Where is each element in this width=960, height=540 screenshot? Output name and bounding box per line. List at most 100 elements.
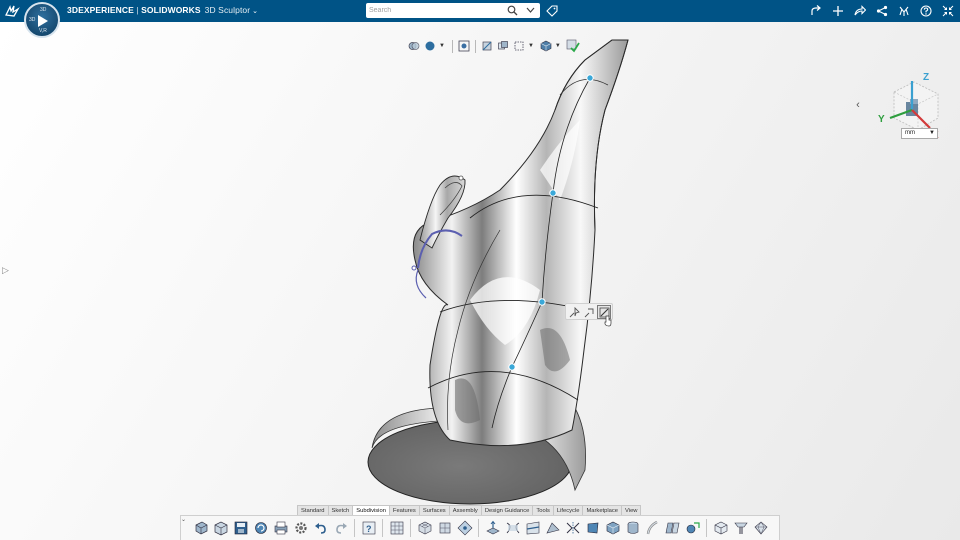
tab-lifecycle[interactable]: Lifecycle — [552, 505, 584, 515]
primitive-plane-icon[interactable] — [435, 519, 454, 538]
symmetry-icon[interactable] — [563, 519, 582, 538]
body-surface — [412, 39, 629, 447]
move-point-icon[interactable] — [567, 305, 581, 319]
tab-tools[interactable]: Tools — [532, 505, 554, 515]
mesh-convert-icon[interactable] — [683, 519, 702, 538]
compass-bottom-label: V,R — [39, 28, 47, 34]
diamond-shape-icon[interactable] — [751, 519, 770, 538]
toolbar-divider — [478, 519, 479, 537]
crease-icon[interactable] — [543, 519, 562, 538]
print-icon[interactable] — [271, 519, 290, 538]
control-point[interactable] — [549, 189, 557, 197]
tab-subdivision[interactable]: Subdivision — [352, 505, 390, 515]
add-icon[interactable] — [830, 3, 846, 19]
redo-icon[interactable] — [331, 519, 350, 538]
scale-point-icon[interactable] — [582, 305, 596, 319]
control-point[interactable] — [508, 363, 516, 371]
display-style-icon[interactable] — [423, 39, 437, 53]
toolbar-divider — [706, 519, 707, 537]
control-point[interactable] — [538, 298, 546, 306]
insert-edge-icon[interactable] — [523, 519, 542, 538]
tab-view[interactable]: View — [621, 505, 642, 515]
cylinder-icon[interactable] — [623, 519, 642, 538]
undo-icon[interactable] — [311, 519, 330, 538]
fill-hole-icon[interactable] — [583, 519, 602, 538]
axis-z-label: Z — [923, 72, 929, 83]
axis-y-label: Y — [878, 114, 885, 125]
search-input[interactable] — [369, 4, 499, 17]
community-icon[interactable] — [896, 3, 912, 19]
tab-standard[interactable]: Standard — [297, 505, 329, 515]
role-label: 3D Sculptor — [204, 5, 251, 15]
3ds-logo-icon — [5, 5, 20, 17]
chevron-down-icon[interactable]: ⌄ — [181, 516, 186, 523]
tab-marketplace[interactable]: Marketplace — [582, 505, 623, 515]
weld-icon[interactable] — [603, 519, 622, 538]
box-view-icon[interactable] — [711, 519, 730, 538]
primitive-box-icon[interactable] — [415, 519, 434, 538]
chevron-down-icon[interactable]: ▼ — [439, 43, 445, 49]
chevron-left-icon[interactable]: ‹ — [849, 96, 867, 114]
tab-design-guidance[interactable]: Design Guidance — [480, 505, 534, 515]
slice-icon[interactable] — [663, 519, 682, 538]
heads-up-view-toolbar: ▼ ▼ ▼ — [407, 38, 580, 54]
confirm-check-icon[interactable] — [566, 39, 580, 53]
tab-features[interactable]: Features — [388, 505, 420, 515]
app-title[interactable]: 3DEXPERIENCE | SOLIDWORKS 3D Sculptor ⌄ — [67, 5, 258, 15]
view-orientation-icon[interactable] — [512, 39, 526, 53]
transform-icon[interactable] — [455, 519, 474, 538]
help-icon[interactable]: ? — [359, 519, 378, 538]
table-shape-icon[interactable] — [731, 519, 750, 538]
tag-icon[interactable] — [546, 5, 558, 17]
tab-sketch[interactable]: Sketch — [327, 505, 354, 515]
chevron-down-icon[interactable]: ▼ — [555, 43, 561, 49]
forward-icon[interactable] — [852, 3, 868, 19]
compass-widget[interactable]: 3D 3D V,R — [24, 2, 60, 38]
search-box[interactable] — [366, 3, 540, 18]
sculpted-model[interactable] — [0, 22, 960, 540]
bridge-icon[interactable] — [503, 519, 522, 538]
tab-assembly[interactable]: Assembly — [448, 505, 482, 515]
extrude-face-icon[interactable] — [483, 519, 502, 538]
units-value: mm — [905, 130, 915, 136]
search-icon[interactable] — [507, 5, 518, 16]
options-gear-icon[interactable] — [291, 519, 310, 538]
tab-surfaces[interactable]: Surfaces — [418, 505, 450, 515]
share-arrow-icon[interactable] — [808, 3, 824, 19]
expand-panel-icon[interactable]: ▷ — [2, 265, 9, 276]
toolbar-divider — [410, 519, 411, 537]
rebuild-icon[interactable] — [251, 519, 270, 538]
top-right-toolbar — [808, 3, 956, 19]
toolbar-divider — [382, 519, 383, 537]
3d-viewport[interactable]: ▼ ▼ ▼ ‹ Z Y mm ▼ ▷ — [0, 22, 960, 540]
zoom-to-fit-icon[interactable] — [457, 39, 471, 53]
toolbar-divider — [451, 39, 453, 53]
help-icon[interactable] — [918, 3, 934, 19]
play-icon[interactable] — [38, 15, 48, 27]
collapse-icon[interactable] — [940, 3, 956, 19]
search-dropdown-icon[interactable] — [526, 7, 535, 14]
subdivision-grid-icon[interactable] — [387, 519, 406, 538]
chevron-down-icon[interactable]: ▼ — [929, 129, 935, 138]
open-icon[interactable] — [211, 519, 230, 538]
top-bar: 3DEXPERIENCE | SOLIDWORKS 3D Sculptor ⌄ — [0, 0, 960, 22]
control-point-small[interactable] — [458, 175, 464, 181]
share-network-icon[interactable] — [874, 3, 890, 19]
product-label: SOLIDWORKS — [141, 5, 201, 15]
section-view-icon[interactable] — [480, 39, 494, 53]
previous-view-icon[interactable] — [496, 39, 510, 53]
compass-left-label: 3D — [29, 17, 36, 23]
control-point-small[interactable] — [411, 265, 417, 271]
units-dropdown[interactable]: mm ▼ — [901, 128, 938, 139]
mouse-cursor-icon — [604, 315, 612, 327]
toolbar-divider — [354, 519, 355, 537]
render-style-icon[interactable] — [407, 39, 421, 53]
new-part-icon[interactable] — [191, 519, 210, 538]
chevron-down-icon[interactable]: ⌄ — [252, 7, 258, 15]
save-icon[interactable] — [231, 519, 250, 538]
svg-text:?: ? — [366, 524, 372, 534]
chevron-down-icon[interactable]: ▼ — [528, 43, 534, 49]
control-point[interactable] — [586, 74, 594, 82]
view-cube-icon[interactable] — [539, 39, 553, 53]
sweep-icon[interactable] — [643, 519, 662, 538]
